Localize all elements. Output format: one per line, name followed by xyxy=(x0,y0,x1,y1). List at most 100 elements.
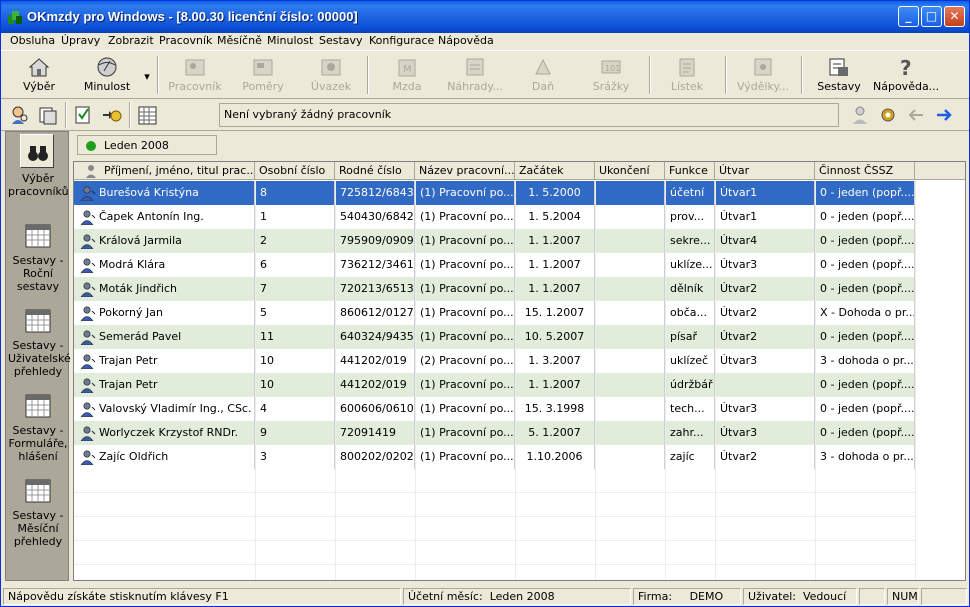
back-arrow-icon[interactable] xyxy=(905,104,927,126)
sidebar-label-mesicni: Sestavy - Měsíční přehledy xyxy=(12,509,64,548)
pracovnik-button[interactable]: Pracovník xyxy=(167,54,223,96)
cell-zac: 5. 1.2007 xyxy=(515,421,595,445)
cell-zac: 1. 1.2007 xyxy=(515,253,595,277)
column-header-cinnost[interactable]: Činnost ČSSZ xyxy=(815,162,915,180)
forward-arrow-icon[interactable] xyxy=(933,104,955,126)
cell-zac: 10. 5.2007 xyxy=(515,325,595,349)
pomery-button[interactable]: Poměry xyxy=(237,54,289,96)
mzda-button[interactable]: M Mzda xyxy=(383,54,431,96)
cell-cinnost: 3 - dohoda o pr... xyxy=(815,445,915,469)
employees-grid[interactable]: Příjmení, jméno, titul prac... Osobní čí… xyxy=(73,161,966,581)
nahrady-button[interactable]: Náhrady... xyxy=(445,54,505,96)
menu-obsluha[interactable]: Obsluha xyxy=(10,34,55,47)
cell-utvar: Útvar3 xyxy=(715,253,815,277)
column-header-zacatek[interactable]: Začátek xyxy=(515,162,595,180)
column-header-rodne-cislo[interactable]: Rodné číslo xyxy=(335,162,415,180)
cell-os: 10 xyxy=(255,349,335,373)
cell-zac: 15. 3.1998 xyxy=(515,397,595,421)
contract-icon xyxy=(253,59,273,76)
maximize-button[interactable]: □ xyxy=(921,6,942,27)
column-header-nazev[interactable]: Název pracovní... xyxy=(415,162,515,180)
vyber-label: Výběr xyxy=(22,80,55,93)
status-firm-label: Firma: xyxy=(638,590,673,603)
grid-line xyxy=(595,180,596,580)
cell-utvar: Útvar2 xyxy=(715,325,815,349)
calendar-icon xyxy=(25,479,51,503)
menu-pracovnik[interactable]: Pracovník xyxy=(159,34,212,47)
menu-konfigurace[interactable]: Konfigurace xyxy=(369,34,434,47)
table-row[interactable]: Trajan Petr 10 441202/019 (1) Pracovní po..… xyxy=(74,373,915,397)
cell-name: Worlyczek Krzystof RNDr. xyxy=(74,421,255,445)
menu-zobrazit[interactable]: Zobrazit xyxy=(108,34,154,47)
table-row[interactable]: Valovský Vladimír Ing., CSc. 4 600606/0610… xyxy=(74,397,915,421)
uvazek-button[interactable]: Úvazek xyxy=(305,54,357,96)
table-row[interactable]: Trajan Petr 10 441202/019 (2) Pracovní po..… xyxy=(74,349,915,373)
column-header-utvar[interactable]: Útvar xyxy=(715,162,815,180)
sidebar-item-vyber-pracovniku[interactable]: Výběr pracovníků xyxy=(8,140,69,198)
coins-arrow-icon[interactable] xyxy=(101,104,123,126)
sestavy-label: Sestavy xyxy=(817,80,861,93)
calendar-grid-icon[interactable] xyxy=(137,104,159,126)
cell-name: Králová Jarmila xyxy=(74,229,255,253)
sidebar-item-rocni-sestavy[interactable]: Sestavy - Roční sestavy xyxy=(8,222,68,293)
sidebar-item-formulare-hlaseni[interactable]: Sestavy - Formuláře, hlášení xyxy=(8,392,68,463)
cell-os: 2 xyxy=(255,229,335,253)
grid-line xyxy=(665,180,666,580)
table-row[interactable]: Modrá Klára 6 736212/3461 (1) Pracovní po..… xyxy=(74,253,915,277)
cell-cinnost: 0 - jeden (popř.... xyxy=(815,277,915,301)
copy-records-icon[interactable] xyxy=(37,104,59,126)
menu-mesicne[interactable]: Měsíčně xyxy=(217,34,262,47)
svg-text:101: 101 xyxy=(605,64,620,73)
sestavy-button[interactable]: Sestavy xyxy=(815,54,863,96)
table-row[interactable]: Pokorný Jan 5 860612/0127 (1) Pracovní po..… xyxy=(74,301,915,325)
dan-button[interactable]: Daň xyxy=(521,54,565,96)
employee-icon xyxy=(80,330,96,345)
menu-sestavy[interactable]: Sestavy xyxy=(319,34,363,47)
cell-nazev: (1) Pracovní po... xyxy=(415,229,515,253)
close-button[interactable]: ✕ xyxy=(944,6,965,27)
table-row[interactable]: Čapek Antonín Ing. 1 540430/6842 (1) Pracov… xyxy=(74,205,915,229)
column-header-name[interactable]: Příjmení, jméno, titul prac... xyxy=(74,162,255,180)
cell-name: Modrá Klára xyxy=(74,253,255,277)
cell-name: Zajíc Oldřich xyxy=(74,445,255,469)
find-person-icon[interactable] xyxy=(9,104,31,126)
vyber-button[interactable]: Výběr xyxy=(15,54,63,96)
cell-name: Valovský Vladimír Ing., CSc. xyxy=(74,397,255,421)
person-settings-icon[interactable] xyxy=(849,104,871,126)
app-window: OKmzdy pro Windows - [8.00.30 licenční č… xyxy=(0,0,970,607)
cell-rc: 540430/6842 xyxy=(335,205,415,229)
minimize-button[interactable]: _ xyxy=(898,6,919,27)
vydelky-button[interactable]: Výdělky... xyxy=(735,54,791,96)
table-row[interactable]: Moták Jindřich 7 720213/6513 (1) Pracovní p… xyxy=(74,277,915,301)
column-header-osobni-cislo[interactable]: Osobní číslo xyxy=(255,162,335,180)
employee-icon xyxy=(80,378,96,393)
gear-icon[interactable] xyxy=(877,104,899,126)
table-row[interactable]: Semerád Pavel 11 640324/9435 (1) Pracovní p… xyxy=(74,325,915,349)
cell-os: 8 xyxy=(255,181,335,205)
cell-rc: 720213/6513 xyxy=(335,277,415,301)
period-selector[interactable]: Leden 2008 xyxy=(77,135,217,155)
sidebar-item-mesicni-prehledy[interactable]: Sestavy - Měsíční přehledy xyxy=(8,477,68,548)
minulost-dropdown[interactable]: ▾ xyxy=(141,54,153,96)
napoveda-button[interactable]: ? Nápověda... xyxy=(873,54,939,96)
cell-cinnost: 0 - jeden (popř.... xyxy=(815,253,915,277)
listek-button[interactable]: Lístek xyxy=(665,54,709,96)
column-header-ukonceni[interactable]: Ukončení xyxy=(595,162,665,180)
sidebar-item-uzivatelske-prehledy[interactable]: Sestavy - Uživatelské přehledy xyxy=(8,307,71,378)
period-label: Leden 2008 xyxy=(104,139,169,152)
table-row[interactable]: Worlyczek Krzystof RNDr. 9 72091419 (1) Pra… xyxy=(74,421,915,445)
menu-minulost[interactable]: Minulost xyxy=(267,34,313,47)
column-header-funkce[interactable]: Funkce xyxy=(665,162,715,180)
table-row[interactable]: Králová Jarmila 2 795909/0909 (1) Pracovní … xyxy=(74,229,915,253)
title-bar[interactable]: OKmzdy pro Windows - [8.00.30 licenční č… xyxy=(1,1,969,33)
srazky-button[interactable]: 101 Srážky xyxy=(587,54,635,96)
menu-upravy[interactable]: Úpravy xyxy=(61,34,100,47)
sidebar-label-uzivatelske: Sestavy - Uživatelské přehledy xyxy=(8,339,71,378)
table-row[interactable]: Zajíc Oldřich 3 800202/0202 (1) Pracovní po… xyxy=(74,445,915,469)
table-row[interactable]: Burešová Kristýna 8 725812/6843 (1) Pracovn… xyxy=(74,181,915,205)
edit-checklist-icon[interactable] xyxy=(73,104,95,126)
srazky-label: Srážky xyxy=(592,80,630,93)
menu-napoveda[interactable]: Nápověda xyxy=(438,34,494,47)
grid-line xyxy=(335,180,336,580)
minulost-button[interactable]: Minulost xyxy=(79,54,135,96)
